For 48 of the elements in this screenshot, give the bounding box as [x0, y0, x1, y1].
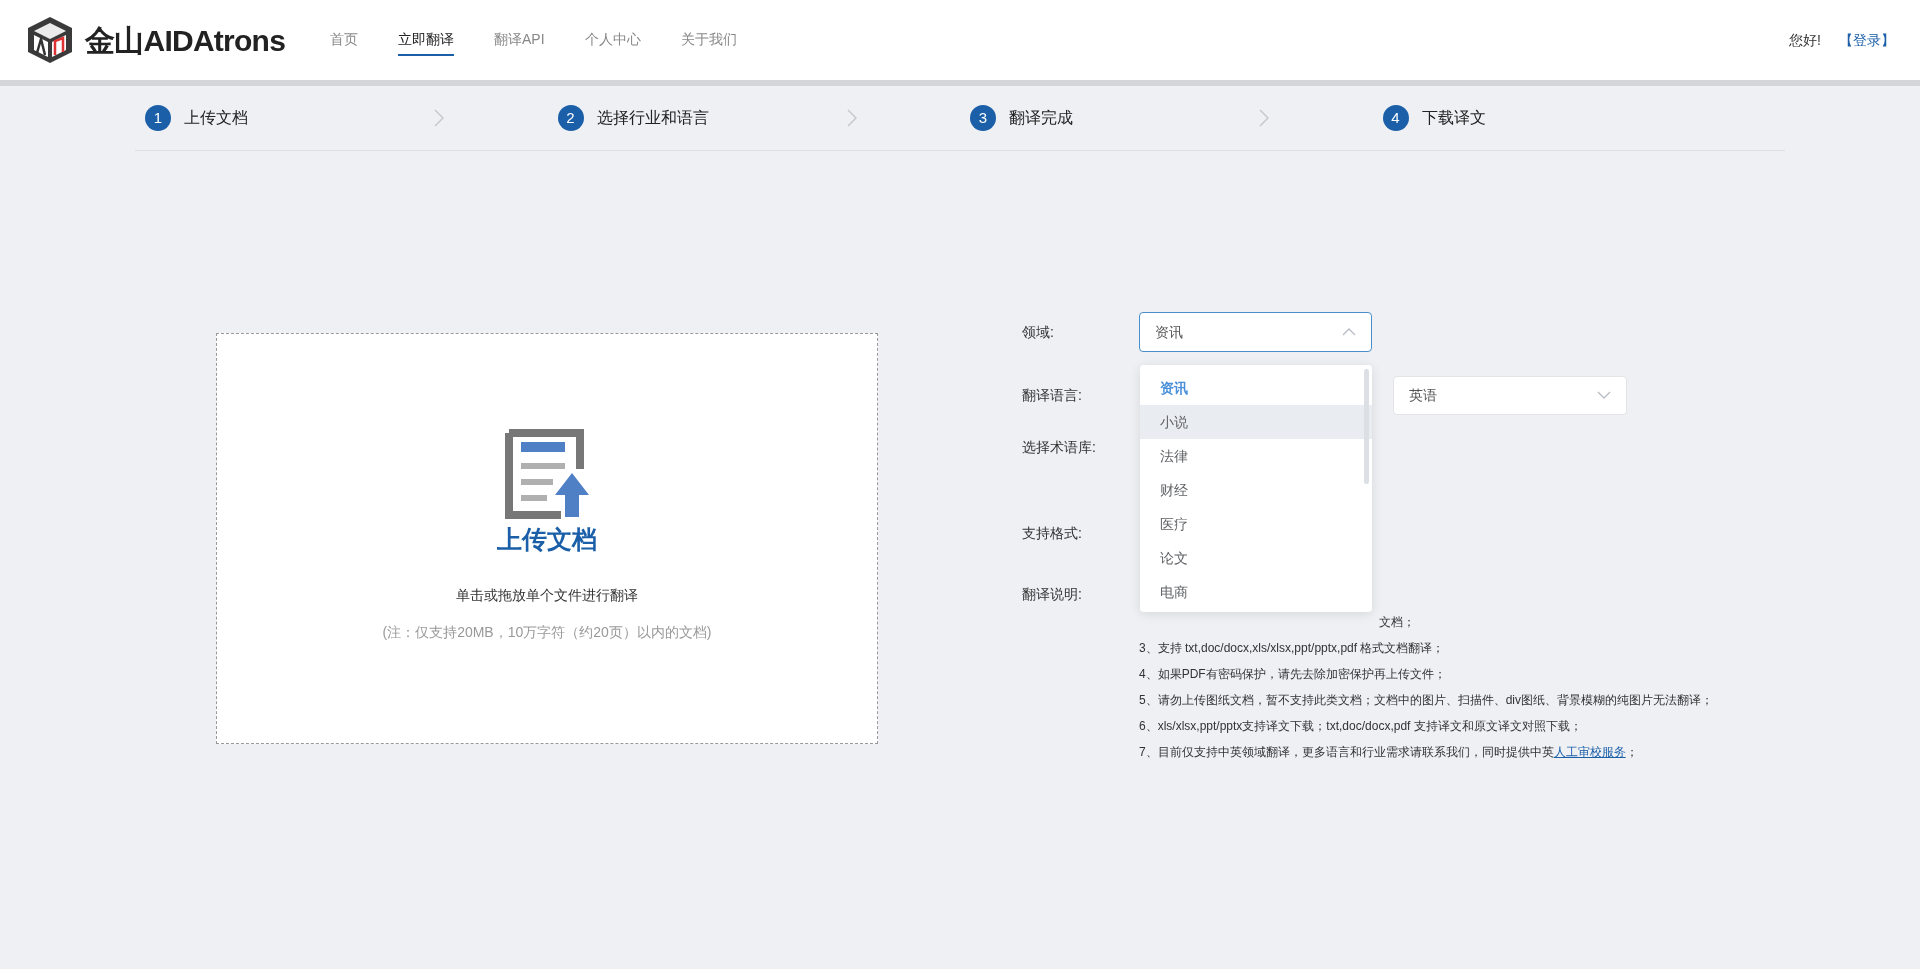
dropdown-option[interactable]: 论文 — [1140, 541, 1372, 575]
login-link[interactable]: 【登录】 — [1839, 29, 1895, 51]
chevron-icon — [1597, 391, 1611, 399]
service-link[interactable]: 人工审校服务 — [1553, 745, 1626, 759]
note-line: 文档； — [1379, 614, 1416, 631]
field-label: 选择术语库: — [1022, 439, 1096, 455]
upload-document-icon — [505, 429, 589, 519]
language-select[interactable]: 英语 — [1393, 375, 1627, 415]
upload-hint: 单击或拖放单个文件进行翻译 — [456, 585, 638, 605]
step-label: 上传文档 — [184, 108, 249, 128]
dropdown-option[interactable]: 财经 — [1140, 473, 1372, 507]
dropdown-option[interactable]: 电商 — [1140, 575, 1372, 609]
field-label: 支持格式: — [1022, 525, 1082, 541]
step-number: 1 — [145, 105, 171, 131]
dropdown-option[interactable]: 医疗 — [1140, 507, 1372, 541]
greeting-text: 您好! — [1789, 30, 1821, 50]
logo-icon — [25, 15, 75, 65]
chevron-right-icon — [846, 109, 857, 127]
upload-title: 上传文档 — [497, 524, 597, 555]
upload-dropzone[interactable]: 上传文档 单击或拖放单个文件进行翻译 (注：仅支持20MB，10万字符（约20页）以内的文档) — [216, 333, 878, 744]
nav-tab[interactable]: 关于我们 — [680, 0, 737, 80]
note-line: 4、如果PDF有密码保护，请先去除加密保护再上传文件； — [1139, 666, 1447, 683]
note-line: 6、xls/xlsx,ppt/pptx支持译文下载；txt,doc/docx,pdf 支持译文和原文译文对照下载； — [1139, 718, 1583, 735]
dropdown-option[interactable]: 资讯 — [1140, 371, 1372, 405]
field-label: 领域: — [1022, 322, 1055, 342]
dropdown-option[interactable]: 法律 — [1140, 439, 1372, 473]
field-label: 翻译说明: — [1022, 586, 1082, 602]
domain-select[interactable]: 资讯 — [1139, 312, 1372, 352]
upload-note: (注：仅支持20MB，10万字符（约20页）以内的文档) — [382, 622, 712, 642]
step-label: 下载译文 — [1421, 108, 1487, 128]
field-label: 翻译语言: — [1022, 385, 1083, 405]
step-number: 2 — [557, 105, 584, 131]
step-number: 3 — [970, 105, 996, 131]
chevron-right-icon — [434, 109, 444, 127]
step-label: 选择行业和语言 — [596, 108, 710, 128]
step-number: 4 — [1382, 105, 1409, 131]
note-line: 5、请勿上传图纸文档，暂不支持此类文档；文档中的图片、扫描件、div图纸、背景模糊的纯图片无法翻译； — [1139, 692, 1714, 709]
logo-text: 金山AIDAtrons — [85, 22, 287, 59]
chevron-icon — [1342, 328, 1356, 336]
nav-tab[interactable]: 翻译API — [494, 0, 545, 80]
note-line: 7、目前仅支持中英领域翻译，更多语言和行业需求请联系我们，同时提供中英人工审校服务； — [1139, 744, 1639, 761]
chevron-right-icon — [1259, 109, 1269, 127]
step-label: 翻译完成 — [1009, 108, 1074, 128]
nav-tab[interactable]: 立即翻译 — [398, 0, 454, 80]
nav-tab[interactable]: 首页 — [330, 0, 358, 80]
dropdown-option[interactable]: 小说 — [1140, 405, 1372, 439]
nav-tab[interactable]: 个人中心 — [584, 0, 641, 80]
note-line: 3、支持 txt,doc/docx,xls/xlsx,ppt/pptx,pdf 格式文档翻译； — [1139, 640, 1446, 657]
